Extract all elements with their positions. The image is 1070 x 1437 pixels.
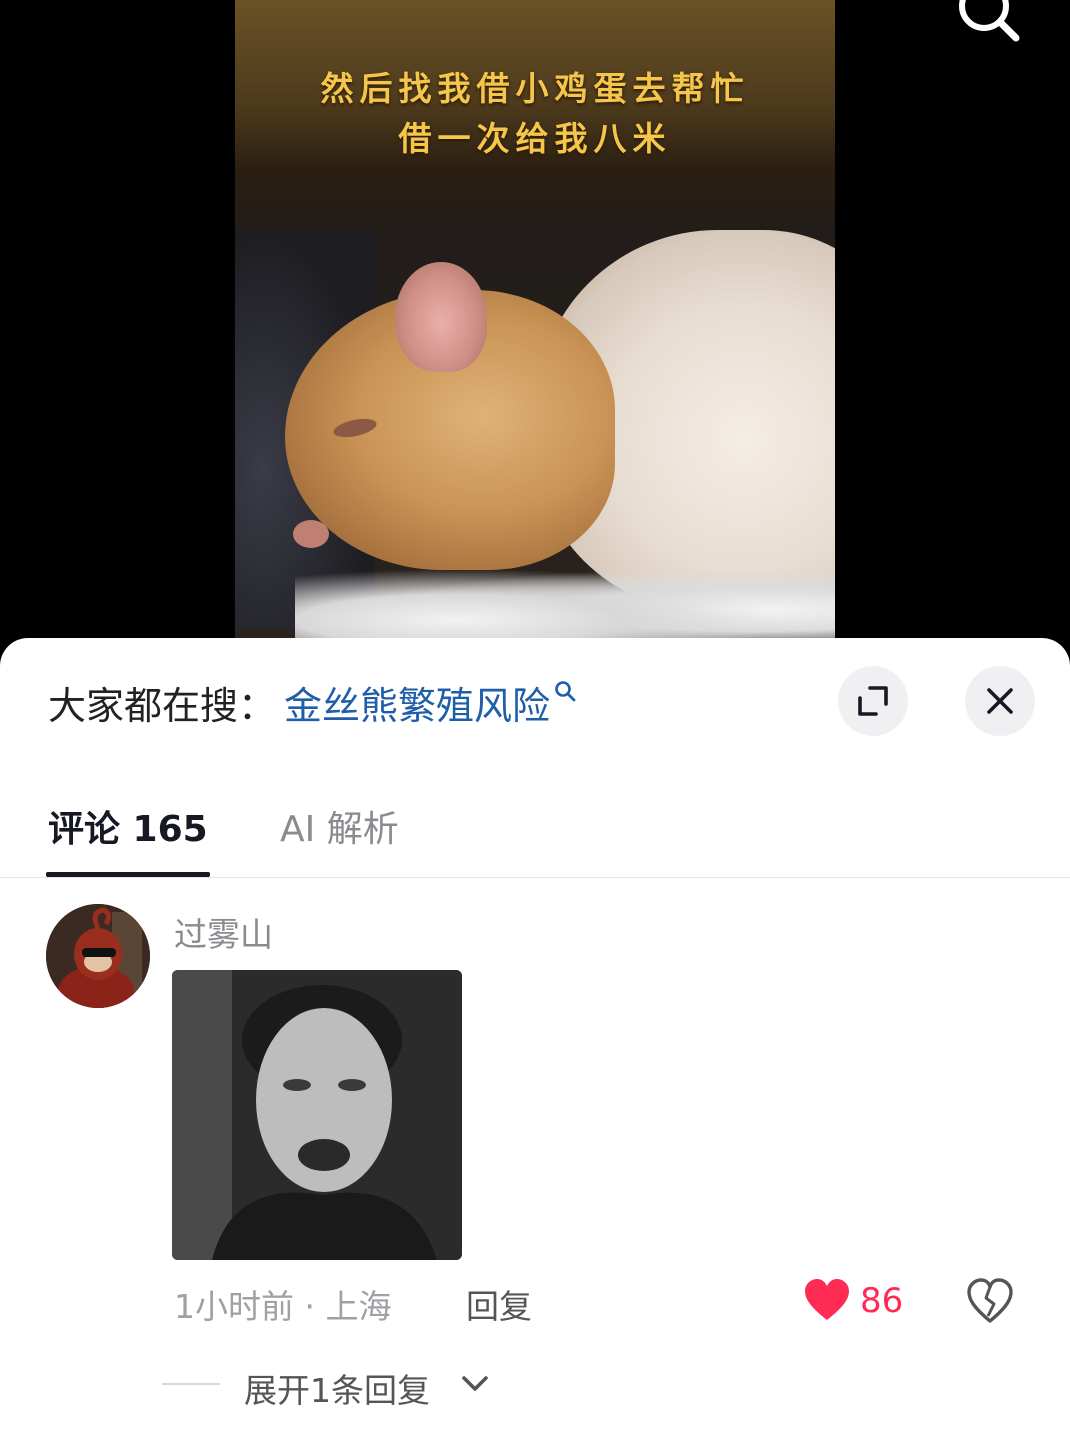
- hamster-ear: [395, 262, 487, 372]
- heart-icon[interactable]: [803, 1278, 851, 1322]
- video-player[interactable]: 然后找我借小鸡蛋去帮忙 借一次给我八米: [0, 0, 1070, 660]
- hamster-nose: [293, 520, 329, 548]
- broken-heart-icon[interactable]: [966, 1278, 1014, 1324]
- comment-username[interactable]: 过雾山: [174, 908, 273, 956]
- panel-tabs: 评论 165 AI 解析: [0, 788, 1070, 878]
- meme-picture: [172, 970, 462, 1260]
- tab-comments[interactable]: 评论 165: [48, 800, 208, 852]
- trending-search-link[interactable]: 金丝熊繁殖风险: [284, 675, 550, 730]
- comment-panel: 大家都在搜： 金丝熊繁殖风险 评论 165 AI 解析 过雾山 1小时前 · 上…: [0, 638, 1070, 1437]
- close-panel-button[interactable]: [965, 666, 1035, 736]
- like-count: 86: [860, 1281, 904, 1321]
- close-icon: [987, 688, 1013, 714]
- divider-line: [162, 1383, 220, 1385]
- search-icon[interactable]: [950, 0, 1022, 48]
- small-search-icon[interactable]: [554, 680, 576, 702]
- video-caption-line1: 然后找我借小鸡蛋去帮忙: [320, 69, 750, 108]
- reply-button[interactable]: 回复: [466, 1280, 532, 1328]
- chevron-down-icon[interactable]: [460, 1374, 490, 1394]
- trending-search-label: 大家都在搜：: [48, 683, 277, 728]
- tab-ai-analysis[interactable]: AI 解析: [280, 800, 399, 852]
- video-frame[interactable]: 然后找我借小鸡蛋去帮忙 借一次给我八米: [235, 0, 835, 660]
- avatar[interactable]: [46, 904, 150, 1008]
- expand-replies-button[interactable]: 展开1条回复: [244, 1364, 430, 1412]
- comment-time-location: 1小时前 · 上海: [174, 1287, 392, 1326]
- video-caption-line2: 借一次给我八米: [398, 119, 672, 158]
- avatar-picture: [46, 904, 150, 1008]
- comment-meme-image[interactable]: [172, 970, 462, 1260]
- active-tab-indicator: [46, 872, 210, 877]
- expand-icon: [858, 686, 888, 716]
- trending-search: 大家都在搜： 金丝熊繁殖风险: [48, 672, 576, 732]
- expand-panel-button[interactable]: [838, 666, 908, 736]
